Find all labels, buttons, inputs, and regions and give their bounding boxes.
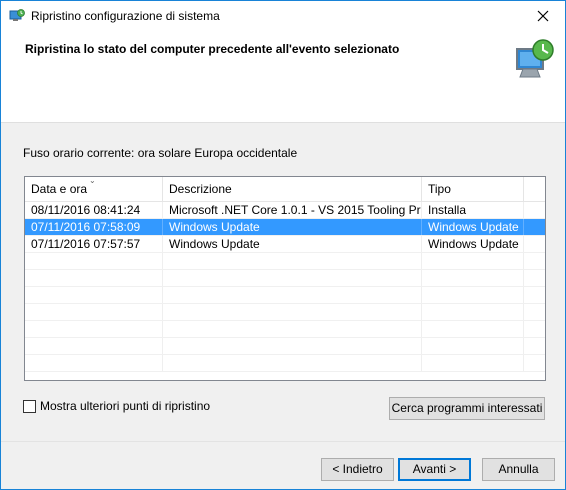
empty-row bbox=[25, 270, 545, 287]
table-row-selected[interactable]: 07/11/2016 07:58:09 Windows Update Windo… bbox=[25, 219, 545, 236]
row-date: 07/11/2016 07:58:09 bbox=[25, 219, 163, 235]
next-button[interactable]: Avanti > bbox=[398, 458, 471, 481]
column-header-date[interactable]: ⌄ Data e ora bbox=[25, 177, 163, 202]
empty-row bbox=[25, 355, 545, 372]
empty-row bbox=[25, 287, 545, 304]
more-restore-points-checkbox[interactable] bbox=[23, 399, 36, 413]
more-restore-points-label: Mostra ulteriori punti di ripristino bbox=[40, 399, 211, 413]
timezone-label: Fuso orario corrente: ora solare Europa … bbox=[23, 146, 298, 160]
cancel-button[interactable]: Annulla bbox=[482, 458, 555, 481]
empty-row bbox=[25, 253, 545, 270]
empty-row bbox=[25, 304, 545, 321]
window-title: Ripristino configurazione di sistema bbox=[31, 9, 220, 23]
list-header: ⌄ Data e ora Descrizione Tipo bbox=[25, 177, 545, 202]
table-row[interactable]: 07/11/2016 07:57:57 Windows Update Windo… bbox=[25, 236, 545, 253]
column-header-description[interactable]: Descrizione bbox=[163, 177, 422, 202]
header-panel: Ripristina lo stato del computer precede… bbox=[1, 31, 565, 123]
table-row[interactable]: 08/11/2016 08:41:24 Microsoft .NET Core … bbox=[25, 202, 545, 219]
restore-computer-icon bbox=[511, 37, 557, 83]
column-type-label: Tipo bbox=[428, 182, 451, 196]
close-button[interactable] bbox=[521, 1, 565, 31]
restore-points-list[interactable]: ⌄ Data e ora Descrizione Tipo 08/11/2016… bbox=[24, 176, 546, 381]
row-type: Windows Update bbox=[422, 219, 524, 235]
more-restore-points-option[interactable]: Mostra ulteriori punti di ripristino bbox=[23, 399, 210, 413]
list-rows: 08/11/2016 08:41:24 Microsoft .NET Core … bbox=[25, 202, 545, 372]
system-restore-window: Ripristino configurazione di sistema Rip… bbox=[0, 0, 566, 490]
scan-affected-programs-button[interactable]: Cerca programmi interessati bbox=[389, 397, 545, 420]
row-type: Installa bbox=[422, 202, 524, 218]
column-date-label: Data e ora bbox=[31, 182, 88, 196]
row-description: Windows Update bbox=[163, 236, 422, 252]
page-title: Ripristina lo stato del computer precede… bbox=[25, 42, 400, 56]
row-description: Windows Update bbox=[163, 219, 422, 235]
column-description-label: Descrizione bbox=[169, 182, 232, 196]
row-date: 08/11/2016 08:41:24 bbox=[25, 202, 163, 218]
close-icon bbox=[537, 10, 549, 22]
back-button[interactable]: < Indietro bbox=[321, 458, 394, 481]
empty-row bbox=[25, 338, 545, 355]
sort-down-icon: ⌄ bbox=[89, 176, 96, 185]
row-date: 07/11/2016 07:57:57 bbox=[25, 236, 163, 252]
empty-row bbox=[25, 321, 545, 338]
system-restore-icon bbox=[9, 8, 25, 24]
row-type: Windows Update bbox=[422, 236, 524, 252]
footer-divider bbox=[1, 441, 565, 442]
row-description: Microsoft .NET Core 1.0.1 - VS 2015 Tool… bbox=[163, 202, 422, 218]
title-bar[interactable]: Ripristino configurazione di sistema bbox=[1, 1, 565, 31]
column-header-type[interactable]: Tipo bbox=[422, 177, 524, 202]
